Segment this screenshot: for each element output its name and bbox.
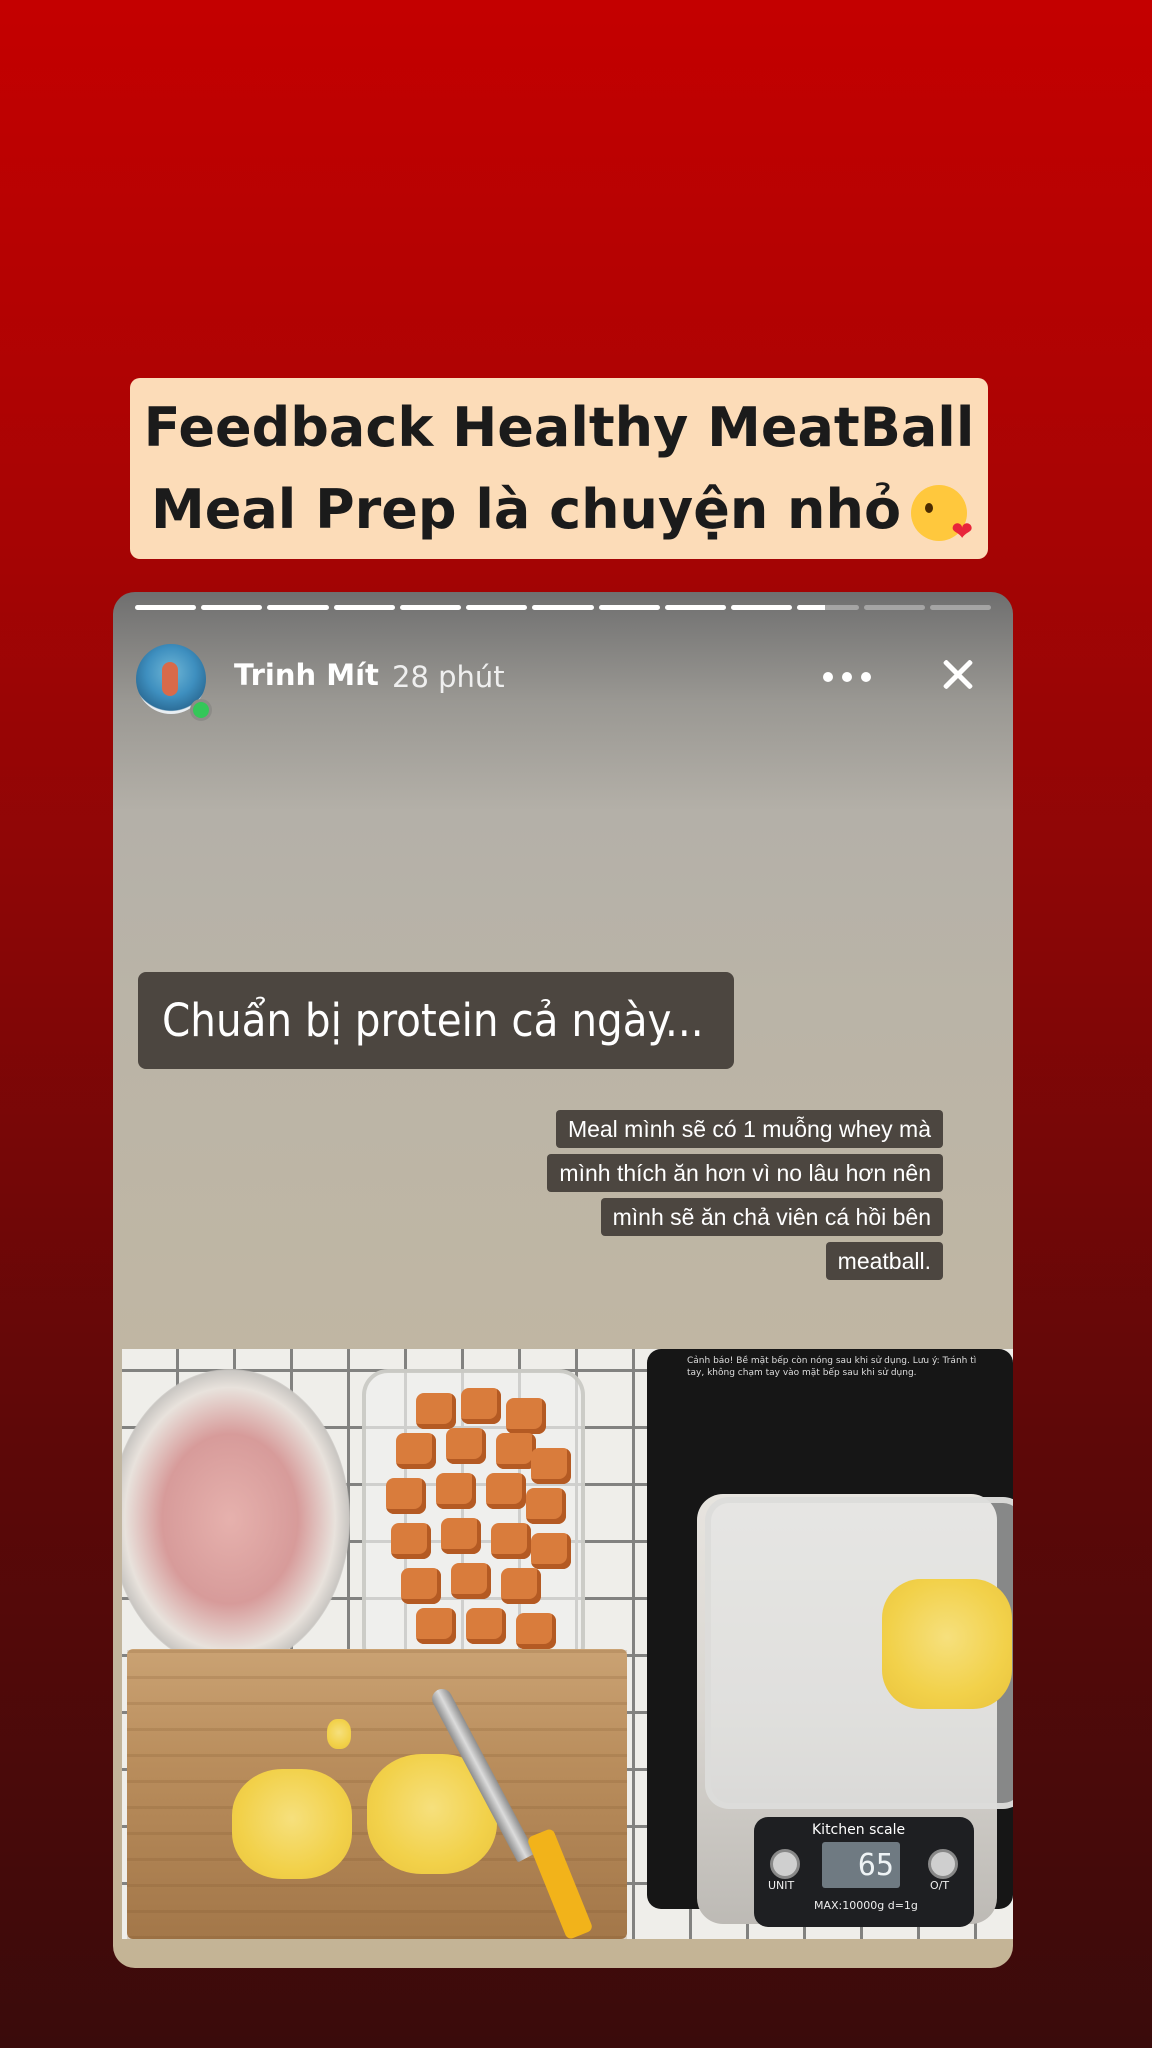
post-time: 28 phút: [392, 660, 505, 694]
story-progress-segment: [863, 605, 925, 610]
story-progress-segment: [135, 605, 197, 610]
face-blowing-kiss-icon: [911, 484, 973, 545]
story-progress-segment: [267, 605, 329, 610]
sweet-potato-chunk: [391, 1523, 431, 1559]
sweet-potato-chunk: [396, 1433, 436, 1469]
sweet-potato-chunk: [526, 1488, 566, 1524]
story-progress-segment: [399, 605, 462, 610]
sweet-potato-chunk: [506, 1398, 546, 1434]
story-card[interactable]: Trinh Mít 28 phút Chuẩn bị protein cả ng…: [113, 592, 1013, 1968]
sweet-potato-chunk: [486, 1473, 526, 1509]
story-progress-segment: [532, 605, 594, 610]
online-status-dot: [190, 699, 212, 721]
sweet-potato-chunk: [416, 1608, 456, 1644]
story-progress-bar: [135, 605, 992, 610]
story-caption-note: Meal mình sẽ có 1 muỗng whey mà mình thí…: [503, 1107, 943, 1283]
headline-line-1: Feedback Healthy MeatBall: [143, 395, 975, 459]
scale-unit-button: [770, 1849, 800, 1879]
sweet-potato-chunk: [461, 1388, 501, 1424]
scale-unit-label: UNIT: [768, 1879, 795, 1892]
sweet-potato-chunk: [436, 1473, 476, 1509]
story-progress-segment: [333, 605, 395, 610]
sweet-potato-chunk: [491, 1523, 531, 1559]
sweet-potato-chunk: [446, 1428, 486, 1464]
story-progress-segment: [797, 605, 859, 610]
pineapple-slices: [882, 1579, 1012, 1709]
sweet-potato-chunk: [386, 1478, 426, 1514]
sweet-potato-chunk: [401, 1568, 441, 1604]
scale-tare-button: [928, 1849, 958, 1879]
cooktop-warning-label: Cảnh báo! Bề mặt bếp còn nóng sau khi sử…: [687, 1356, 977, 1378]
sweet-potato-chunk: [416, 1393, 456, 1429]
headline-line-2: Meal Prep là chuyện nhỏ: [150, 469, 973, 551]
story-progress-segment: [201, 605, 263, 610]
sweet-potato-chunk: [451, 1563, 491, 1599]
headline-banner: Feedback Healthy MeatBall Meal Prep là c…: [130, 378, 988, 559]
sweet-potato-chunk: [501, 1568, 541, 1604]
close-icon[interactable]: [930, 646, 986, 702]
story-progress-segment: [598, 605, 660, 610]
story-progress-segment: [664, 605, 727, 610]
sweet-potato-chunk: [466, 1608, 506, 1644]
more-options-icon[interactable]: [823, 662, 871, 692]
headline-line-2-text: Meal Prep là chuyện nhỏ: [150, 477, 902, 541]
scale-title: Kitchen scale: [812, 1822, 906, 1838]
pineapple-piece: [327, 1719, 351, 1749]
caption-note-line: Meal mình sẽ có 1 muỗng whey mà: [555, 1110, 943, 1148]
caption-note-line: meatball.: [825, 1242, 943, 1280]
scale-display: 65: [822, 1842, 900, 1888]
caption-note-line: mình thích ăn hơn vì no lâu hơn nên: [547, 1154, 943, 1192]
sweet-potato-chunk: [531, 1448, 571, 1484]
story-progress-segment: [929, 605, 992, 610]
sweet-potato-container: [362, 1369, 585, 1672]
story-progress-segment: [466, 605, 528, 610]
username[interactable]: Trinh Mít: [234, 658, 379, 692]
sweet-potato-chunk: [496, 1433, 536, 1469]
scale-capacity-label: MAX:10000g d=1g: [814, 1899, 918, 1912]
story-caption-main: Chuẩn bị protein cả ngày...: [138, 972, 734, 1069]
meal-prep-photo: Cảnh báo! Bề mặt bếp còn nóng sau khi sử…: [122, 1349, 1013, 1939]
sweet-potato-chunk: [441, 1518, 481, 1554]
avatar-photo-figure: [162, 662, 178, 696]
pineapple-piece: [232, 1769, 352, 1879]
sweet-potato-chunk: [516, 1613, 556, 1649]
caption-note-line: mình sẽ ăn chả viên cá hồi bên: [600, 1198, 943, 1236]
story-progress-segment: [731, 605, 793, 610]
scale-tare-label: O/T: [930, 1879, 950, 1892]
sweet-potato-chunk: [531, 1533, 571, 1569]
